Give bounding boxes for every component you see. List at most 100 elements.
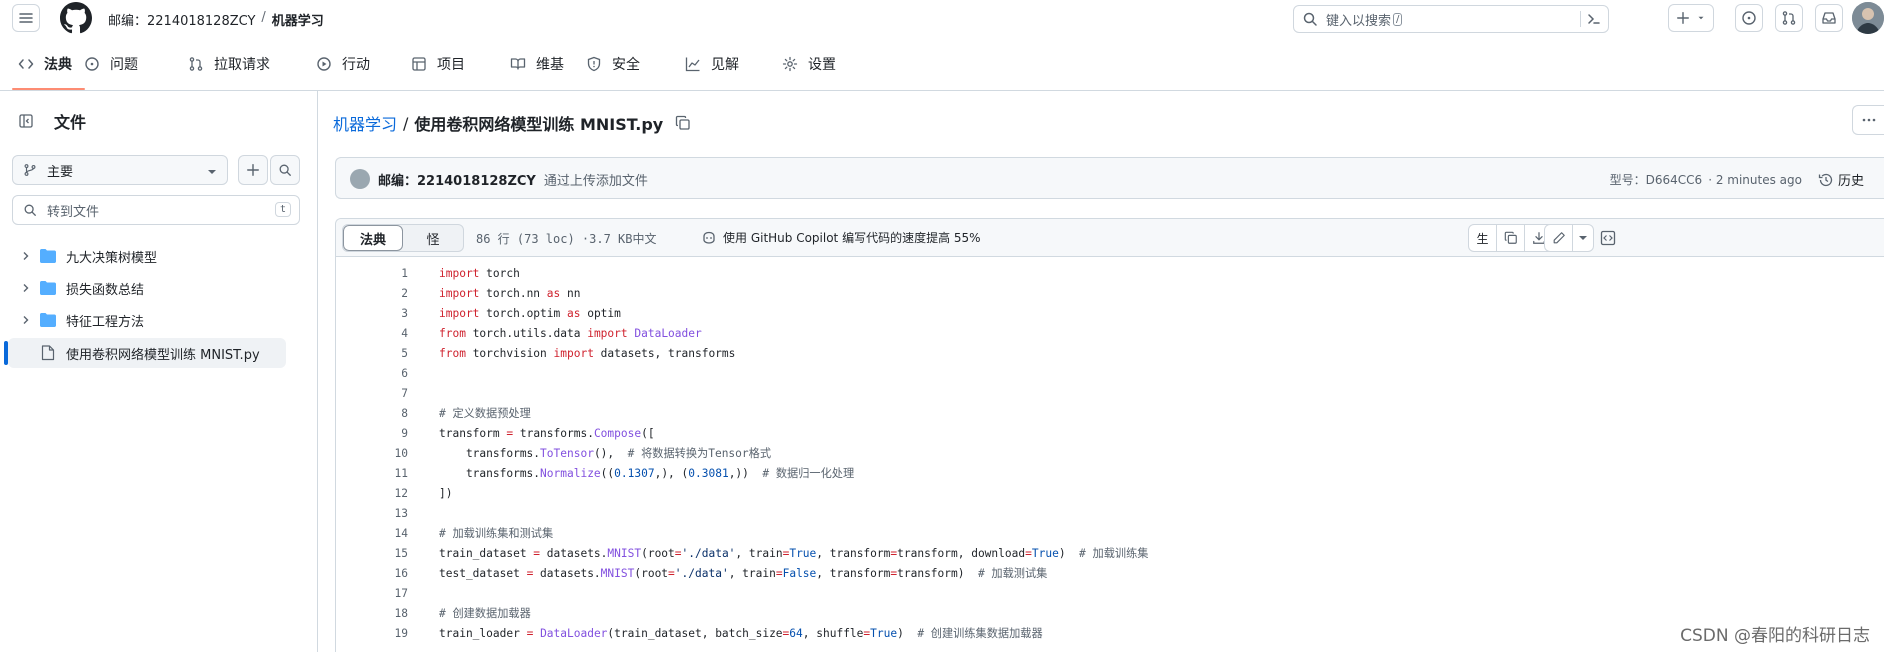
line-source: import torch [439, 266, 520, 280]
tree-item-label: 损失函数总结 [66, 282, 145, 298]
code-line: 3 import torch.optim as optim [336, 303, 1884, 323]
tab-settings-label: 设置 [808, 57, 836, 73]
menu-button[interactable] [12, 4, 40, 32]
commit-author-avatar[interactable] [350, 169, 370, 189]
edit-dropdown-button[interactable] [1573, 225, 1593, 251]
line-number[interactable]: 12 [336, 487, 408, 500]
line-number[interactable]: 3 [336, 307, 408, 320]
line-number[interactable]: 4 [336, 327, 408, 340]
add-file-button[interactable] [238, 155, 268, 185]
tab-pull-requests[interactable]: 拉取请求 [188, 50, 270, 78]
view-code-button[interactable]: 法典 [343, 225, 403, 251]
collapse-sidebar-button[interactable] [12, 107, 40, 135]
tab-projects[interactable]: 项目 [411, 50, 465, 78]
tab-issues[interactable]: 问题 [84, 50, 138, 78]
search-files-button[interactable] [270, 155, 300, 185]
tab-code-label: 法典 [44, 57, 72, 73]
gear-icon [782, 56, 798, 72]
code-line: 2 import torch.nn as nn [336, 283, 1884, 303]
issues-button[interactable] [1735, 4, 1763, 32]
edit-button[interactable] [1545, 225, 1573, 251]
tab-security-label: 安全 [612, 57, 640, 73]
tree-folder-item[interactable]: 九大决策树模型 [0, 241, 290, 271]
line-number[interactable]: 17 [336, 587, 408, 600]
line-number[interactable]: 18 [336, 607, 408, 620]
commit-hash[interactable]: 型号：D664CC6 [1610, 171, 1703, 188]
symbols-panel-button[interactable] [1594, 224, 1622, 252]
edit-actions-group [1544, 224, 1594, 252]
raw-button[interactable]: 生 [1469, 225, 1497, 251]
github-logo-icon[interactable] [60, 2, 92, 34]
copy-path-icon[interactable] [675, 115, 691, 131]
graph-icon [685, 57, 700, 72]
history-button[interactable]: 历史 [1818, 170, 1864, 189]
view-blame-button[interactable]: 怪 [403, 225, 463, 251]
tab-insights[interactable]: 见解 [685, 50, 739, 78]
code-line: 5 from torchvision import datasets, trans… [336, 343, 1884, 363]
chevron-right-icon [23, 252, 29, 260]
copy-raw-button[interactable] [1497, 225, 1525, 251]
tab-actions[interactable]: 行动 [316, 50, 370, 78]
issue-icon [85, 57, 99, 71]
terminal-icon [1588, 14, 1600, 24]
line-number[interactable]: 19 [336, 627, 408, 640]
commit-author[interactable]: 邮编：2214018128ZCY [378, 170, 536, 189]
create-new-button[interactable] [1668, 4, 1714, 32]
chevron-right-icon [23, 284, 29, 292]
command-palette-button[interactable] [1580, 11, 1602, 27]
tree-file-item-selected[interactable]: 使用卷积网络模型训练 MNIST.py [8, 338, 286, 368]
tab-settings[interactable]: 设置 [782, 50, 836, 78]
breadcrumb-repo-link[interactable]: 机器学习 [333, 111, 397, 135]
code-line: 11 transforms.Normalize((0.1307,), (0.30… [336, 463, 1884, 483]
line-number[interactable]: 15 [336, 547, 408, 560]
tree-folder-item[interactable]: 损失函数总结 [0, 273, 290, 303]
more-options-button[interactable] [1852, 105, 1884, 135]
inbox-button[interactable] [1815, 4, 1843, 32]
copilot-promo[interactable]: 使用 GitHub Copilot 编写代码的速度提高 55% [701, 229, 981, 246]
line-number[interactable]: 11 [336, 467, 408, 480]
line-number[interactable]: 10 [336, 447, 408, 460]
line-number[interactable]: 16 [336, 567, 408, 580]
code-line: 4 from torch.utils.data import DataLoader [336, 323, 1884, 343]
line-number[interactable]: 1 [336, 267, 408, 280]
file-actions-group: 生 [1468, 224, 1554, 252]
go-to-file-input[interactable]: 转到文件 t [12, 195, 300, 225]
tree-item-label: 使用卷积网络模型训练 MNIST.py [66, 347, 260, 363]
line-source: # 创建数据加载器 [439, 607, 531, 620]
commit-message[interactable]: 通过上传添加文件 [544, 170, 648, 189]
branch-selector[interactable]: 主要 [12, 155, 228, 185]
code-line: 15 train_dataset = datasets.MNIST(root='.… [336, 543, 1884, 563]
chevron-down-icon [208, 170, 216, 174]
line-number[interactable]: 2 [336, 287, 408, 300]
line-number[interactable]: 8 [336, 407, 408, 420]
line-number[interactable]: 7 [336, 387, 408, 400]
repo-breadcrumb: 邮编：2214018128ZCY / 机器学习 [108, 10, 324, 29]
pull-requests-button[interactable] [1775, 4, 1803, 32]
search-input[interactable]: 键入以搜索 / [1293, 5, 1609, 33]
tab-security[interactable]: 安全 [586, 50, 640, 78]
book-icon [510, 58, 526, 70]
file-name: 使用卷积网络模型训练 MNIST.py [414, 115, 664, 134]
go-to-file-placeholder: 转到文件 [47, 204, 100, 220]
owner-link[interactable]: 邮编：2214018128ZCY [108, 10, 255, 29]
code-line: 16 test_dataset = datasets.MNIST(root='./… [336, 563, 1884, 583]
commit-time: · 2 minutes ago [1708, 172, 1802, 187]
tab-code[interactable]: 法典 [18, 50, 72, 78]
tree-folder-item[interactable]: 特征工程方法 [0, 305, 290, 335]
line-number[interactable]: 13 [336, 507, 408, 520]
sidebar-header: 文件 [12, 107, 86, 135]
repo-link[interactable]: 机器学习 [272, 10, 324, 29]
code-line: 6 [336, 363, 1884, 383]
line-number[interactable]: 14 [336, 527, 408, 540]
user-avatar[interactable] [1852, 2, 1884, 34]
plus-icon [247, 164, 259, 176]
line-number[interactable]: 5 [336, 347, 408, 360]
tab-wiki[interactable]: 维基 [510, 50, 564, 78]
line-number[interactable]: 9 [336, 427, 408, 440]
top-header: 邮编：2214018128ZCY / 机器学习 键入以搜索 / [0, 0, 1884, 36]
line-number[interactable]: 6 [336, 367, 408, 380]
code-line: 17 [336, 583, 1884, 603]
branch-name: 主要 [47, 164, 74, 180]
line-source: from torchvision import datasets, transf… [439, 346, 736, 360]
play-icon [317, 57, 331, 71]
